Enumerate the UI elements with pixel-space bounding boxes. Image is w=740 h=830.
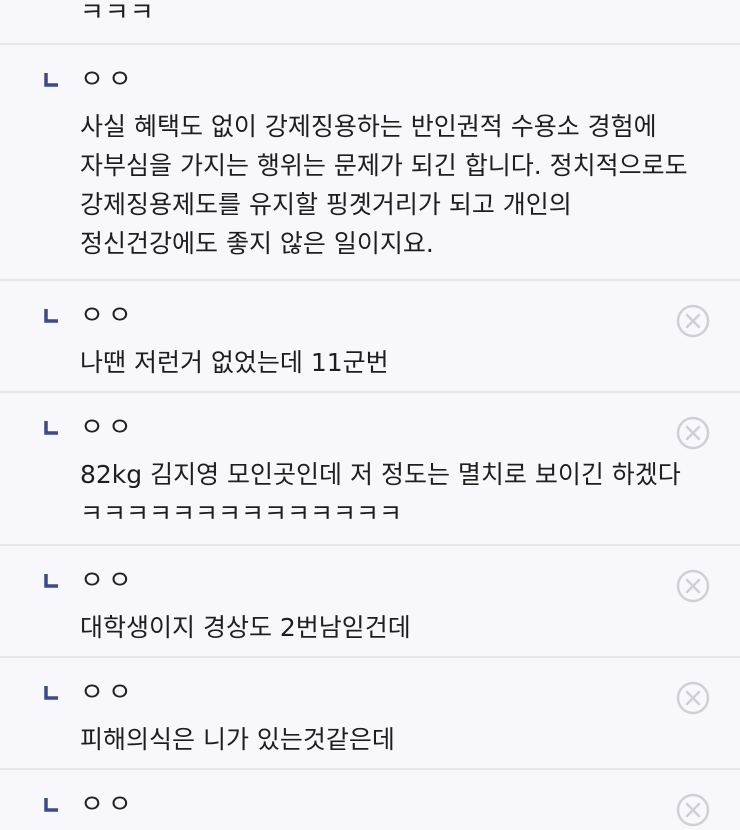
close-circle-icon	[676, 304, 710, 338]
comment-text: 대학생이지 경상도 2번남읻건데	[80, 613, 411, 642]
comment-list: ㅋㅋㅋ ㅇㅇ 사실 혜택도 없이 강제징용하는 반인권적 수용소 경험에 자부심…	[0, 0, 740, 830]
close-circle-icon	[676, 569, 710, 603]
comment-author: ㅇㅇ	[80, 790, 136, 820]
comment-text: ㅋㅋㅋ	[80, 0, 155, 28]
close-circle-icon	[676, 416, 710, 450]
reply-indent-icon	[44, 574, 58, 588]
reply-indent-icon	[44, 73, 58, 87]
delete-comment-button[interactable]	[676, 304, 710, 338]
reply-comment: ㅇㅇ 피해의식은 니가 있는것같은데	[0, 658, 740, 770]
reply-indent-icon	[44, 421, 58, 435]
delete-comment-button[interactable]	[676, 416, 710, 450]
delete-comment-button[interactable]	[676, 681, 710, 715]
comment-text: 82kg 김지영 모인곳인데 저 정도는 멸치로 보이긴 하겠다 ㅋㅋㅋㅋㅋㅋㅋ…	[80, 460, 689, 528]
reply-indent-icon	[44, 686, 58, 700]
comment-text: 사실 혜택도 없이 강제징용하는 반인권적 수용소 경험에 자부심을 가지는 행…	[80, 112, 696, 258]
comment-author: ㅇㅇ	[80, 678, 136, 708]
close-circle-icon	[676, 681, 710, 715]
comment-author: ㅇㅇ	[80, 301, 136, 331]
comment-author: ㅇㅇ	[80, 413, 136, 443]
close-circle-icon	[676, 793, 710, 827]
delete-comment-button[interactable]	[676, 793, 710, 827]
comment-author: ㅇㅇ	[80, 566, 136, 596]
reply-comment: ㅇㅇ 나땐 저런거 없었는데 11군번	[0, 281, 740, 393]
comment-text: 나땐 저런거 없었는데 11군번	[80, 348, 389, 377]
comment-item: ㅋㅋㅋ	[0, 0, 740, 45]
reply-comment: ㅇㅇ	[0, 770, 740, 828]
reply-indent-icon	[44, 309, 58, 323]
reply-comment: ㅇㅇ 82kg 김지영 모인곳인데 저 정도는 멸치로 보이긴 하겠다 ㅋㅋㅋㅋ…	[0, 393, 740, 546]
reply-indent-icon	[44, 798, 58, 812]
reply-comment: ㅇㅇ 대학생이지 경상도 2번남읻건데	[0, 546, 740, 658]
delete-comment-button[interactable]	[676, 569, 710, 603]
comment-text: 피해의식은 니가 있는것같은데	[80, 725, 395, 754]
reply-comment: ㅇㅇ 사실 혜택도 없이 강제징용하는 반인권적 수용소 경험에 자부심을 가지…	[0, 45, 740, 281]
comment-author: ㅇㅇ	[80, 65, 136, 95]
